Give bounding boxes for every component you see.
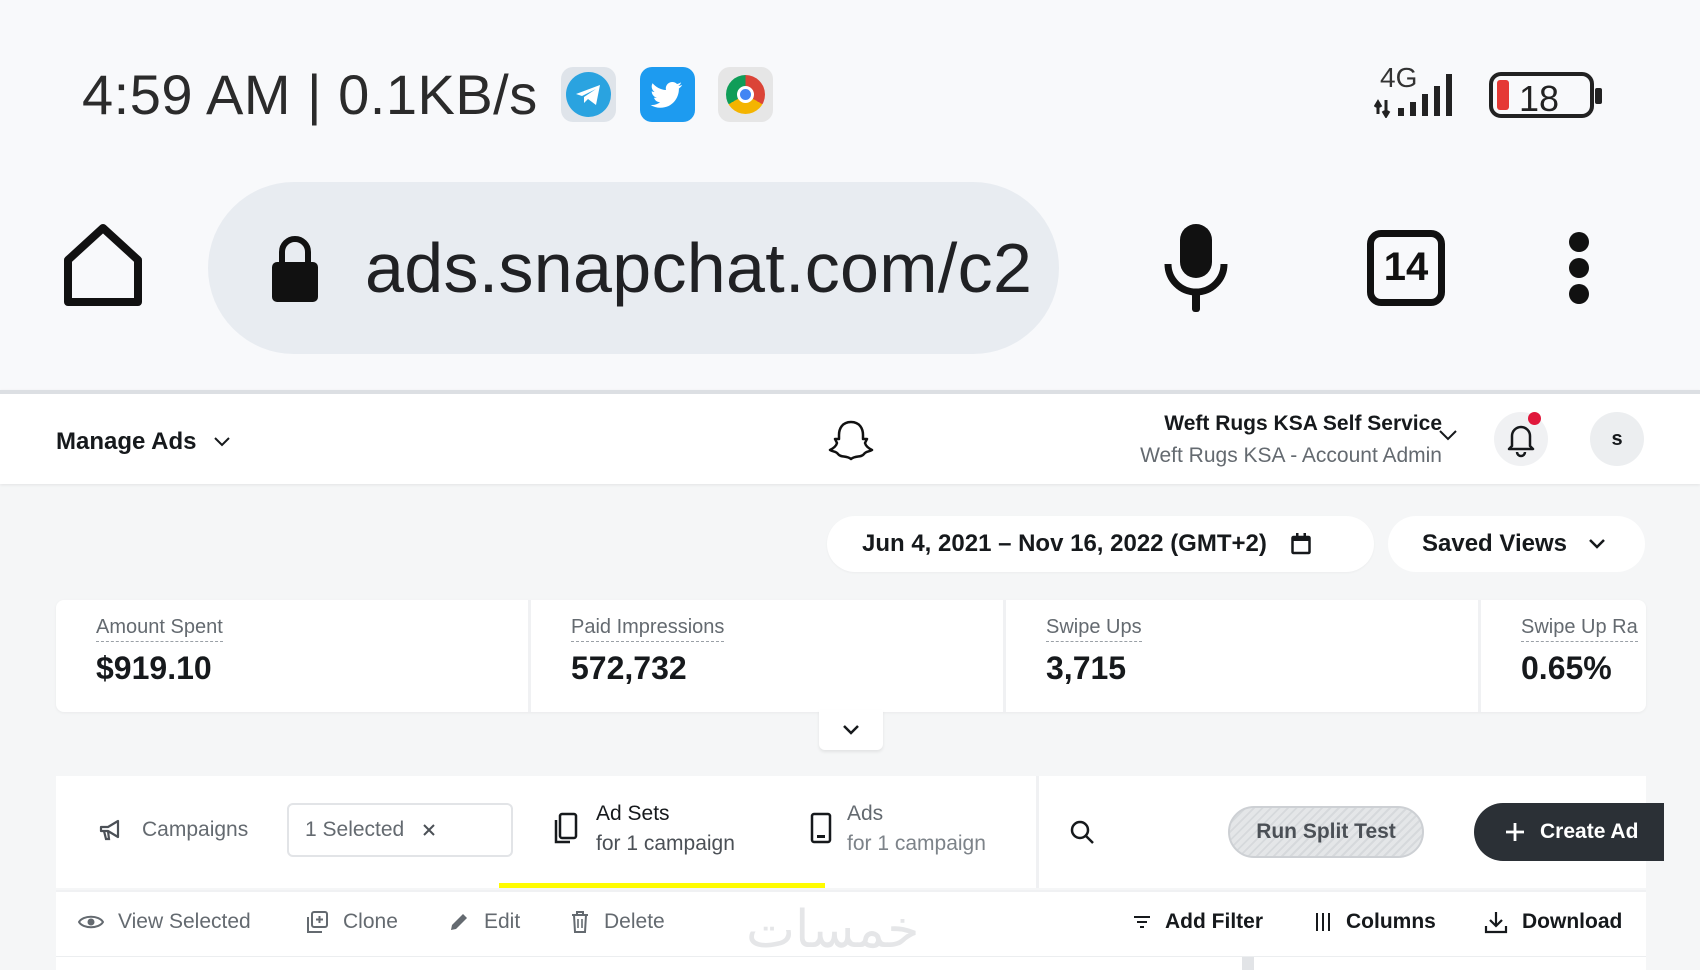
edit-label: Edit <box>484 910 521 933</box>
home-icon[interactable] <box>60 222 146 308</box>
download-button[interactable]: Download <box>1484 910 1622 934</box>
trash-icon <box>572 911 588 933</box>
tab-ad-sets-subtitle: for 1 campaign <box>596 832 735 855</box>
saved-views-dropdown[interactable]: Saved Views <box>1388 516 1645 572</box>
add-filter-label: Add Filter <box>1165 910 1263 933</box>
account-name: Weft Rugs KSA Self Service <box>1164 412 1442 435</box>
stat-amount-spent[interactable]: Amount Spent $919.10 <box>56 600 531 712</box>
scrollbar[interactable] <box>1242 957 1254 970</box>
account-role: Weft Rugs KSA - Account Admin <box>1140 444 1442 467</box>
columns-icon <box>1316 913 1330 931</box>
eye-icon <box>78 915 104 929</box>
create-ad-label: Create Ad <box>1540 820 1639 843</box>
battery-level: 18 <box>1519 78 1560 119</box>
avatar[interactable]: s <box>1590 412 1644 466</box>
run-split-test-button[interactable]: Run Split Test <box>1228 806 1424 858</box>
microphone-icon[interactable] <box>1160 222 1232 314</box>
status-time-speed: 4:59 AM | 0.1KB/s <box>82 63 538 126</box>
stat-label: Paid Impressions <box>571 616 725 642</box>
entity-tabs: Campaigns 1 Selected Ad Sets for 1 campa… <box>56 776 1664 888</box>
stat-paid-impressions[interactable]: Paid Impressions 572,732 <box>531 600 1006 712</box>
watermark-logo: خمسات <box>746 900 920 960</box>
saved-views-label: Saved Views <box>1422 530 1567 557</box>
stat-label: Swipe Ups <box>1046 616 1142 642</box>
more-options-icon[interactable] <box>1564 232 1594 304</box>
pencil-icon <box>451 914 467 930</box>
ad-sets-icon <box>554 812 578 844</box>
megaphone-icon <box>99 819 120 841</box>
stat-label: Swipe Up Ra <box>1521 616 1638 642</box>
tab-ad-sets[interactable]: Ad Sets for 1 campaign <box>499 776 825 888</box>
date-range-picker[interactable]: Jun 4, 2021 – Nov 16, 2022 (GMT+2) <box>827 516 1374 572</box>
stat-value: 3,715 <box>1046 650 1127 686</box>
tab-ads-subtitle: for 1 campaign <box>847 832 986 855</box>
tab-campaigns-label: Campaigns <box>142 818 249 841</box>
manage-ads-label: Manage Ads <box>56 428 197 455</box>
clone-icon <box>307 911 328 933</box>
ads-icon <box>810 812 832 844</box>
close-icon[interactable] <box>422 823 436 837</box>
search-icon[interactable] <box>1068 818 1098 848</box>
expand-stats-button[interactable] <box>819 710 883 750</box>
download-label: Download <box>1522 910 1623 933</box>
create-ad-button[interactable]: Create Ad <box>1474 803 1664 861</box>
chevron-down-icon <box>1589 539 1605 549</box>
date-range-text: Jun 4, 2021 – Nov 16, 2022 (GMT+2) <box>862 530 1267 557</box>
divider <box>1036 776 1039 888</box>
plus-icon <box>1506 823 1524 841</box>
view-selected-button[interactable]: View Selected <box>78 910 251 934</box>
stats-summary: Amount Spent $919.10 Paid Impressions 57… <box>56 600 1646 712</box>
signal-icon <box>1374 74 1452 118</box>
address-bar[interactable]: ads.snapchat.com/c2 <box>208 182 1059 354</box>
lock-icon <box>272 236 318 302</box>
clone-label: Clone <box>343 910 398 933</box>
stat-swipe-up-rate[interactable]: Swipe Up Ra 0.65% <box>1481 600 1646 712</box>
stat-swipe-ups[interactable]: Swipe Ups 3,715 <box>1006 600 1481 712</box>
calendar-icon <box>1291 533 1311 555</box>
battery-icon: 18 <box>1489 72 1602 119</box>
twitter-icon <box>640 67 695 122</box>
stat-value: 572,732 <box>571 650 687 686</box>
url-text[interactable]: ads.snapchat.com/c2 <box>365 228 1032 308</box>
tab-ads-title: Ads <box>847 802 884 825</box>
stat-label: Amount Spent <box>96 616 223 642</box>
chrome-icon <box>718 67 773 122</box>
columns-button[interactable]: Columns <box>1314 910 1436 934</box>
table-body-edge <box>56 956 1646 970</box>
delete-label: Delete <box>604 910 665 933</box>
delete-button[interactable]: Delete <box>570 910 665 934</box>
tab-ad-sets-title: Ad Sets <box>596 802 670 825</box>
manage-ads-dropdown[interactable]: Manage Ads <box>56 428 231 456</box>
snapchat-ghost-icon[interactable] <box>828 418 874 464</box>
selected-count: 1 Selected <box>305 818 405 841</box>
columns-label: Columns <box>1346 910 1436 933</box>
filter-icon <box>1134 916 1150 928</box>
clone-button[interactable]: Clone <box>305 910 398 934</box>
tab-campaigns[interactable]: Campaigns <box>98 818 248 842</box>
account-switcher[interactable]: Weft Rugs KSA Self Service Weft Rugs KSA… <box>1140 412 1442 468</box>
tab-ads[interactable]: Ads for 1 campaign <box>847 802 986 856</box>
notification-badge <box>1528 412 1541 425</box>
edit-button[interactable]: Edit <box>448 910 520 934</box>
tab-switcher-button[interactable]: 14 <box>1367 230 1445 306</box>
chevron-down-icon <box>843 725 859 735</box>
download-icon <box>1484 912 1508 934</box>
selected-filter-chip[interactable]: 1 Selected <box>287 803 513 857</box>
ads-header: Manage Ads Weft Rugs KSA Self Service We… <box>0 390 1700 484</box>
stat-value: 0.65% <box>1521 650 1612 686</box>
browser-chrome: 4:59 AM | 0.1KB/s 4G 18 ads.snapchat.com… <box>0 0 1700 390</box>
chevron-down-icon <box>214 437 231 447</box>
account-chevron-icon[interactable] <box>1437 424 1459 446</box>
view-selected-label: View Selected <box>118 910 251 933</box>
add-filter-button[interactable]: Add Filter <box>1133 910 1263 934</box>
stat-value: $919.10 <box>96 650 212 686</box>
telegram-icon <box>561 67 616 122</box>
